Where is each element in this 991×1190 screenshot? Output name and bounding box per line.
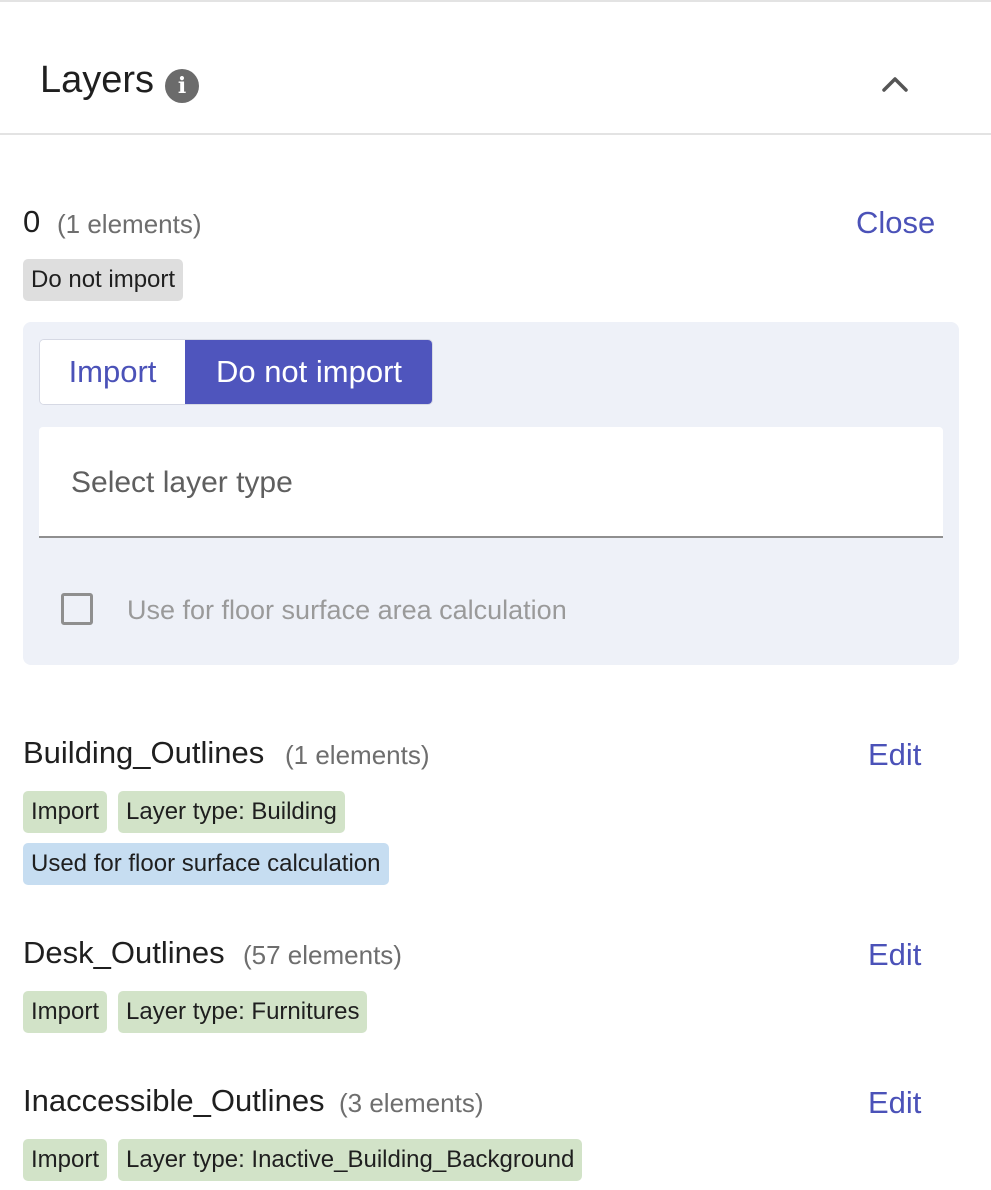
status-tag: Do not import (23, 259, 184, 301)
layers-panel-header: Layers i (0, 2, 991, 135)
layer-type-select[interactable]: Select layer type (39, 427, 943, 538)
layer-type-tag: Layer type: Furnitures (118, 991, 368, 1033)
layer-name: 0 (23, 204, 41, 239)
import-toggle: Import Do not import (39, 339, 433, 405)
edit-layer-button[interactable]: Edit (868, 735, 921, 775)
edit-layer-button[interactable]: Edit (868, 1083, 921, 1123)
layer-element-count: (1 elements) (285, 740, 430, 770)
floor-calculation-tag: Used for floor surface calculation (23, 843, 389, 885)
layer-type-placeholder: Select layer type (71, 466, 293, 499)
close-layer-button[interactable]: Close (856, 203, 935, 243)
import-option-button[interactable]: Import (40, 340, 185, 404)
layer-element-count: (3 elements) (339, 1088, 484, 1118)
status-tag: Import (23, 991, 108, 1033)
info-icon[interactable]: i (165, 69, 199, 103)
layer-name: Inaccessible_Outlines (23, 1083, 325, 1118)
floor-area-checkbox[interactable] (61, 593, 93, 625)
edit-layer-button[interactable]: Edit (868, 935, 921, 975)
layer-element-count: (57 elements) (243, 940, 402, 970)
layer-name: Building_Outlines (23, 735, 265, 770)
floor-area-checkbox-label: Use for floor surface area calculation (127, 595, 567, 625)
layer-element-count: (1 elements) (57, 209, 202, 239)
do-not-import-option-button[interactable]: Do not import (185, 340, 432, 404)
layer-type-tag: Layer type: Inactive_Building_Background (118, 1139, 583, 1181)
layer-edit-panel: Import Do not import Select layer type U… (23, 322, 959, 665)
layer-name: Desk_Outlines (23, 935, 225, 970)
chevron-up-icon[interactable] (872, 64, 918, 104)
panel-title: Layers (40, 59, 155, 101)
layer-type-tag: Layer type: Building (118, 791, 345, 833)
status-tag: Import (23, 791, 108, 833)
status-tag: Import (23, 1139, 108, 1181)
